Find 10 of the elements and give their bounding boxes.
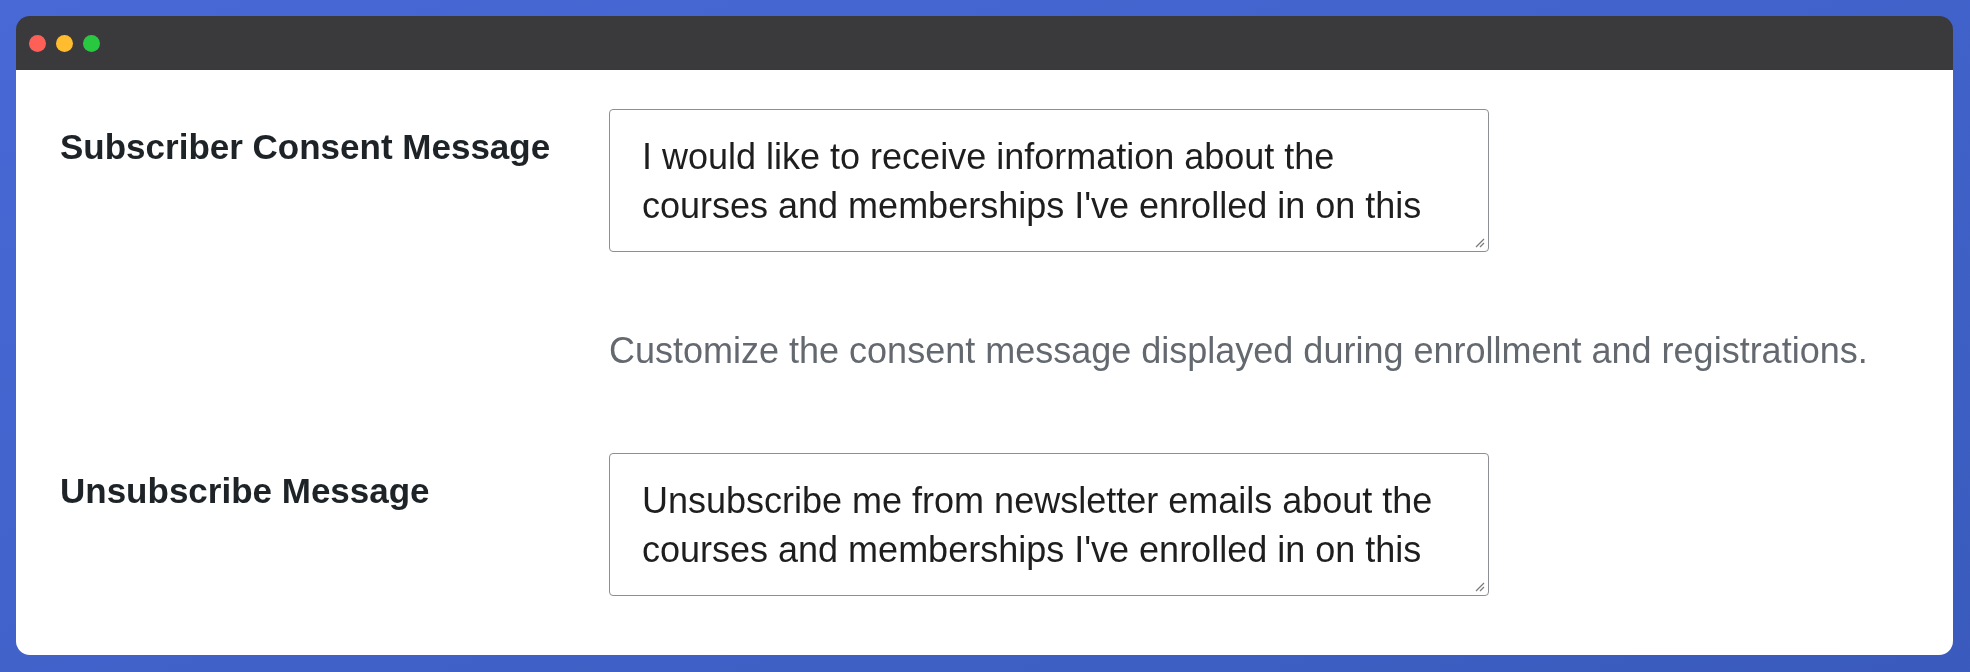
resize-grip-icon[interactable] <box>1475 582 1485 592</box>
message-field[interactable]: Unsubscribe me from newsletter emails about the courses and memberships I've enrolled in on this <box>609 453 1489 596</box>
close-icon[interactable] <box>29 34 46 52</box>
zoom-icon[interactable] <box>83 34 100 52</box>
message-field[interactable]: I would like to receive information about the courses and memberships I've enrolled in on this <box>609 109 1489 252</box>
resize-grip-icon[interactable] <box>1475 238 1485 248</box>
field-label: Subscriber Consent Message <box>60 127 551 166</box>
field-label: Unsubscribe Message <box>60 471 430 510</box>
minimize-icon[interactable] <box>56 34 73 52</box>
field-description: Customize the consent message displayed during enrollment and registrations. <box>609 329 1868 373</box>
